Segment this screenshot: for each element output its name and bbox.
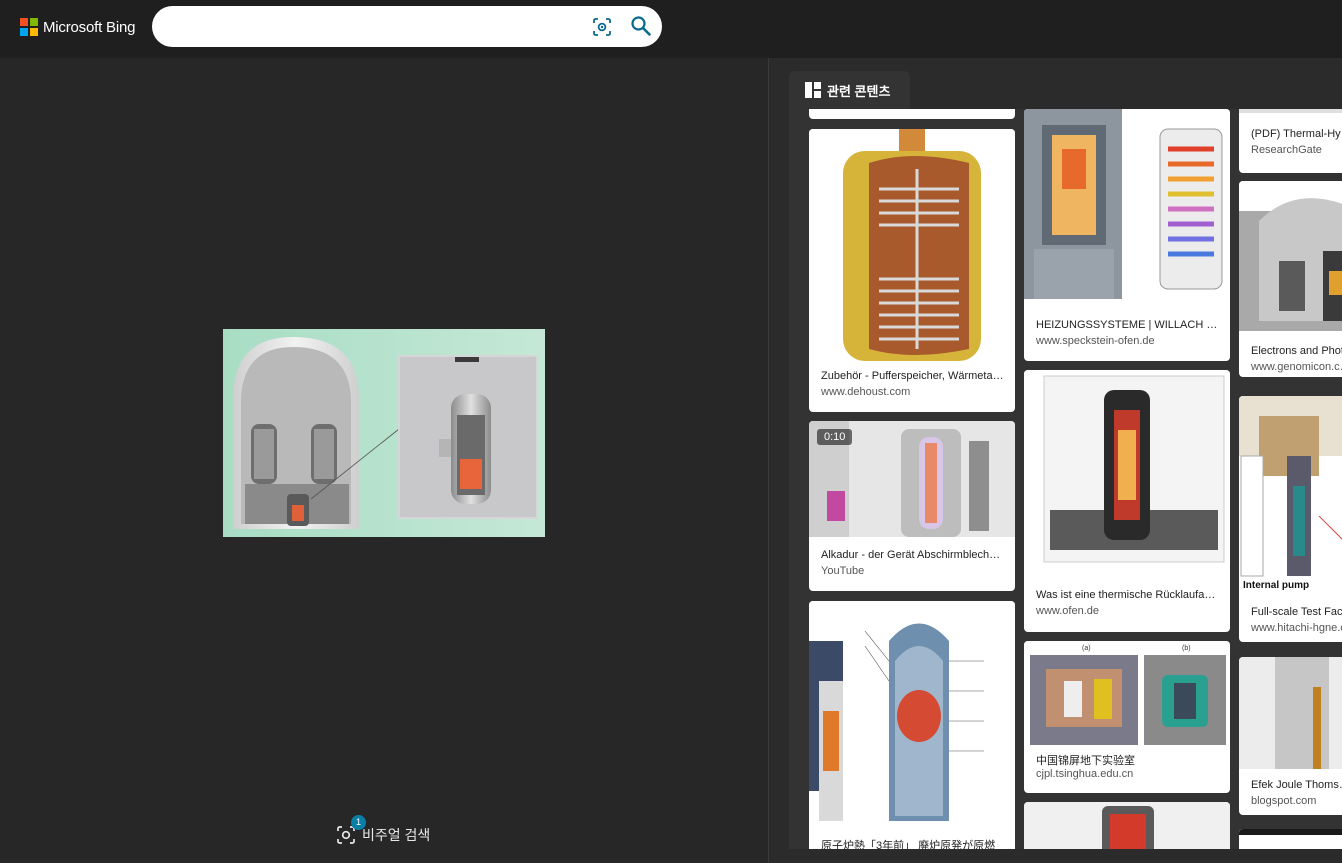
microsoft-logo-icon	[20, 18, 38, 36]
bing-logo[interactable]: Microsoft Bing	[20, 17, 135, 37]
result-thumbnail	[1239, 109, 1342, 113]
image-caption: Internal pump	[1243, 580, 1309, 591]
result-thumbnail: (a) (b)	[1024, 641, 1230, 751]
search-input[interactable]	[170, 14, 574, 40]
result-card[interactable]: Was ist eine thermische Rücklaufan… www.…	[1024, 370, 1230, 632]
results-grid: Zubehör - Pufferspeicher, Wärmetan… www.…	[789, 109, 1342, 849]
tab-related-content[interactable]: 관련 콘텐츠	[789, 71, 910, 109]
result-thumbnail	[1024, 370, 1230, 586]
visual-search-badge: 1	[351, 815, 366, 830]
result-card-video[interactable]: 0:10 Alkadur - der Gerät Abschirmbleche …	[809, 421, 1015, 591]
result-title: Alkadur - der Gerät Abschirmbleche …	[821, 549, 1005, 561]
result-card-partial[interactable]	[809, 109, 1015, 119]
result-card[interactable]: HEIZUNGSSYSTEME | WILLACH Sp… www.specks…	[1024, 109, 1230, 361]
video-duration: 0:10	[817, 429, 853, 445]
result-source: blogspot.com	[1251, 795, 1317, 807]
result-thumbnail	[1024, 109, 1230, 305]
top-bar: Microsoft Bing	[0, 0, 1342, 58]
result-card[interactable]: Efek Joule Thomso… blogspot.com	[1239, 657, 1342, 815]
result-title: HEIZUNGSSYSTEME | WILLACH Sp…	[1036, 319, 1220, 331]
result-card-partial[interactable]	[1024, 802, 1230, 849]
result-card[interactable]: Electrons and Phot… www.genomicon.c…	[1239, 181, 1342, 377]
result-source: www.dehoust.com	[821, 386, 911, 398]
result-thumbnail	[1024, 802, 1230, 849]
image-preview-pane: 1 비주얼 검색	[0, 58, 768, 863]
result-source: www.genomicon.c…	[1251, 361, 1342, 373]
result-card[interactable]: Internal pump Full-scale Test Fac… www.h…	[1239, 396, 1342, 642]
result-title: Electrons and Phot…	[1251, 345, 1342, 357]
result-thumbnail	[809, 601, 1015, 833]
result-card[interactable]: 原子炉熱「3年前」 廃炉原発が原燃	[809, 601, 1015, 849]
result-title: (PDF) Thermal-Hyd…	[1251, 128, 1342, 140]
result-source: cjpl.tsinghua.edu.cn	[1036, 768, 1134, 780]
result-source: www.hitachi-hgne.c…	[1251, 622, 1342, 634]
result-title: 原子炉熱「3年前」 廃炉原発が原燃	[821, 840, 996, 849]
result-source: ResearchGate	[1251, 144, 1322, 156]
result-card[interactable]: Zubehör - Pufferspeicher, Wärmetan… www.…	[809, 129, 1015, 412]
result-thumbnail	[1239, 829, 1342, 849]
result-title: Efek Joule Thomso…	[1251, 779, 1342, 791]
result-card-partial[interactable]	[1239, 829, 1342, 849]
visual-search-label: 비주얼 검색	[362, 827, 431, 843]
result-thumbnail	[1239, 657, 1342, 769]
result-thumbnail	[809, 129, 1015, 369]
result-thumbnail: Internal pump	[1239, 396, 1342, 596]
panel-label-a: (a)	[1082, 645, 1091, 652]
result-card[interactable]: (PDF) Thermal-Hyd… ResearchGate	[1239, 109, 1342, 173]
result-source: www.speckstein-ofen.de	[1036, 335, 1155, 347]
related-content-pane: 관련 콘텐츠 Zubehör - Pufferspeicher, Wärmeta…	[769, 58, 1342, 863]
search-icon[interactable]	[630, 15, 652, 37]
main-search-image[interactable]	[223, 329, 545, 537]
result-title: 中国锦屏地下实验室	[1036, 755, 1135, 767]
result-title: Full-scale Test Fac…	[1251, 606, 1342, 618]
visual-search-button[interactable]: 1 비주얼 검색	[336, 815, 431, 849]
grid-icon	[805, 82, 821, 98]
result-source: YouTube	[821, 565, 865, 577]
search-box[interactable]	[152, 6, 662, 47]
result-thumbnail	[1239, 181, 1342, 331]
camera-scan-icon[interactable]	[592, 17, 612, 37]
panel-label-b: (b)	[1182, 645, 1191, 652]
result-title: Zubehör - Pufferspeicher, Wärmetan…	[821, 370, 1005, 382]
result-title: Was ist eine thermische Rücklaufan…	[1036, 589, 1220, 601]
logo-text: Microsoft Bing	[43, 18, 136, 36]
result-card[interactable]: (a) (b) 中国锦屏地下实验室 cjpl.tsinghua.edu.cn	[1024, 641, 1230, 793]
result-source: www.ofen.de	[1036, 605, 1099, 617]
tab-label: 관련 콘텐츠	[827, 83, 891, 99]
